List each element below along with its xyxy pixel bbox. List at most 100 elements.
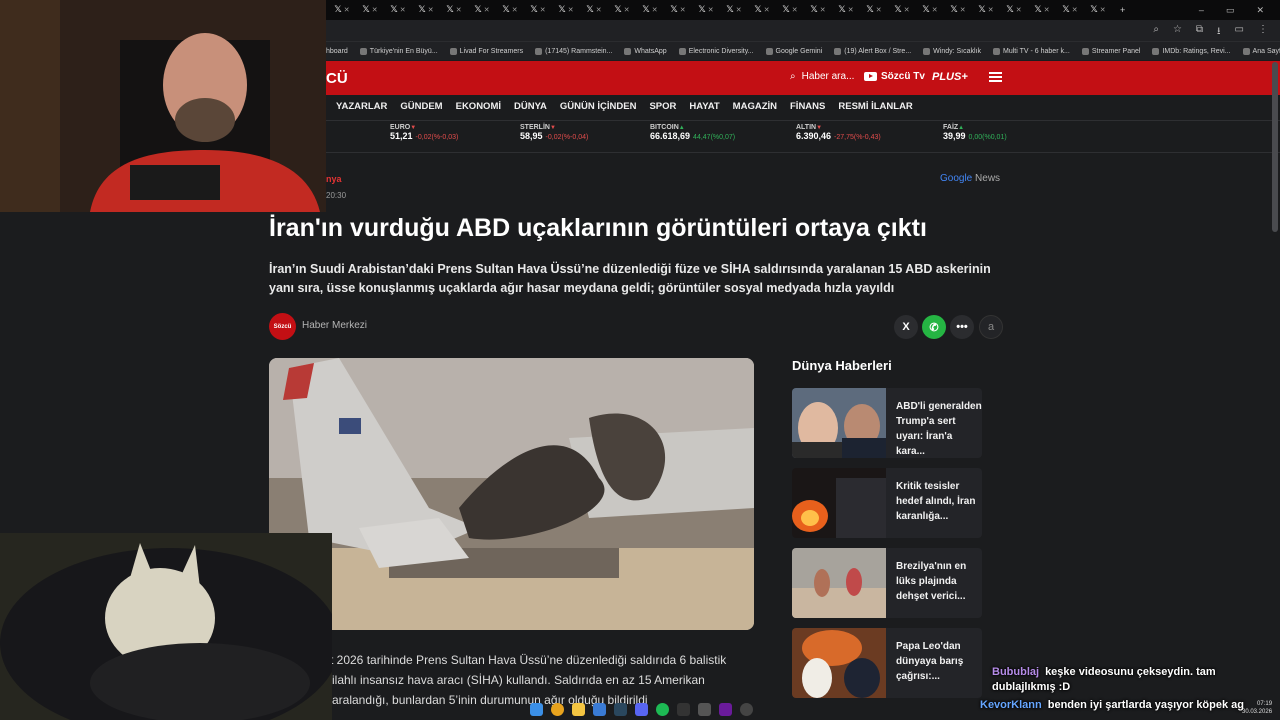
browser-tab[interactable]: 𝕏 ✕ [470,5,494,15]
sidepanel-icon[interactable]: ▭ [1235,24,1244,41]
close-tab-icon[interactable]: ✕ [960,6,966,14]
browser-tab[interactable]: 𝕏 ✕ [582,5,606,15]
close-tab-icon[interactable]: ✕ [652,6,658,14]
market-item[interactable]: FAİZ▲ 39,99 0,00(%0,01) [943,124,1007,141]
close-tab-icon[interactable]: ✕ [344,6,350,14]
browser-tab[interactable]: 𝕏 ✕ [750,5,774,15]
font-size-button[interactable]: a [979,315,1003,339]
folder-icon[interactable] [572,702,585,716]
bookmark-item[interactable]: Windy: Sıcaklık [923,47,981,55]
site-logo[interactable]: CÜ [326,70,348,87]
close-tab-icon[interactable]: ✕ [736,6,742,14]
close-tab-icon[interactable]: ✕ [680,6,686,14]
steam-icon[interactable] [614,702,627,716]
browser-tab[interactable]: 𝕏 ✕ [722,5,746,15]
bookmark-item[interactable]: Türkiye'nin En Büyü... [359,47,438,55]
browser-tab[interactable]: 𝕏 ✕ [414,5,438,15]
maximize-icon[interactable]: ▭ [1226,5,1235,16]
search-button[interactable]: ⌕ Haber ara... [790,71,854,82]
menu-icon[interactable] [989,72,1002,82]
close-tab-icon[interactable]: ✕ [904,6,910,14]
bookmark-item[interactable]: Google Gemini [765,47,822,55]
nav-item[interactable]: GÜNDEM [400,101,442,112]
close-tab-icon[interactable]: ✕ [1100,6,1106,14]
zoom-icon[interactable]: ⌕ [1153,24,1159,41]
browser-tab[interactable]: 𝕏 ✕ [442,5,466,15]
close-tab-icon[interactable]: ✕ [456,6,462,14]
star-icon[interactable]: ☆ [1173,24,1182,41]
bookmark-item[interactable]: WhatsApp [624,47,667,55]
close-tab-icon[interactable]: ✕ [1044,6,1050,14]
browser-tab[interactable]: 𝕏 ✕ [1030,5,1054,15]
nav-item[interactable]: HAYAT [689,101,719,112]
bookmark-item[interactable]: Electronic Diversity... [678,47,754,55]
nav-item[interactable]: RESMİ İLANLAR [838,101,912,112]
nav-item[interactable]: EKONOMİ [456,101,501,112]
share-x-button[interactable]: X [894,315,918,339]
close-tab-icon[interactable]: ✕ [512,6,518,14]
sidebar-news-card[interactable]: ABD'li generalden Trump'a sert uyarı: İr… [792,388,982,458]
extensions-icon[interactable]: ⧉ [1196,24,1203,41]
market-item[interactable]: BITCOIN▲ 66.618,69 44,47(%0,07) [650,124,735,141]
bookmark-item[interactable]: Multi TV - 6 haber k... [993,47,1070,55]
nav-item[interactable]: MAGAZİN [733,101,777,112]
market-item[interactable]: STERLİN▼ 58,95 -0,02(%-0,04) [520,124,588,141]
close-tab-icon[interactable]: ✕ [764,6,770,14]
market-item[interactable]: EURO▼ 51,21 -0,02(%-0,03) [390,124,458,141]
share-whatsapp-button[interactable]: ✆ [922,315,946,339]
sidebar-news-card[interactable]: Kritik tesisler hedef alındı, İran karan… [792,468,982,538]
browser-tab[interactable]: 𝕏 ✕ [1002,5,1026,15]
browser-tab[interactable]: 𝕏 ✕ [806,5,830,15]
browser-tab[interactable]: 𝕏 ✕ [526,5,550,15]
browser-tab[interactable]: 𝕏 ✕ [694,5,718,15]
share-more-button[interactable]: ••• [950,315,974,339]
article-category[interactable]: nya [326,174,342,184]
close-tab-icon[interactable]: ✕ [1072,6,1078,14]
browser-tab[interactable]: 𝕏 ✕ [1058,5,1082,15]
close-window-icon[interactable]: ✕ [1256,5,1264,16]
author-avatar[interactable]: Sözcü [269,313,296,340]
close-tab-icon[interactable]: ✕ [848,6,854,14]
close-tab-icon[interactable]: ✕ [568,6,574,14]
browser-tab[interactable]: 𝕏 ✕ [918,5,942,15]
google-news-link[interactable]: Google News [940,173,1000,184]
browser-tab[interactable]: 𝕏 ✕ [666,5,690,15]
bookmark-item[interactable]: Livad For Streamers [449,47,523,55]
author-name[interactable]: Haber Merkezi [302,320,367,331]
bookmark-item[interactable]: Streamer Panel [1081,47,1140,55]
close-tab-icon[interactable]: ✕ [988,6,994,14]
nav-item[interactable]: GÜNÜN İÇİNDEN [560,101,637,112]
close-tab-icon[interactable]: ✕ [400,6,406,14]
close-tab-icon[interactable]: ✕ [792,6,798,14]
app-icon[interactable] [593,702,606,716]
app-icon[interactable] [740,702,753,716]
app-icon[interactable] [719,702,732,716]
browser-tab[interactable]: 𝕏 ✕ [1086,5,1110,15]
bookmark-item[interactable]: IMDb: Ratings, Revi... [1152,47,1231,55]
article-hero-image[interactable] [269,358,754,630]
close-tab-icon[interactable]: ✕ [1016,6,1022,14]
browser-tab[interactable]: 𝕏 ✕ [554,5,578,15]
nav-item[interactable]: YAZARLAR [336,101,387,112]
bookmark-item[interactable]: hboard [326,48,348,55]
browser-tab[interactable]: 𝕏 ✕ [890,5,914,15]
bookmark-item[interactable]: (19) Alert Box / Stre... [834,47,911,55]
scrollbar[interactable] [1272,62,1278,232]
close-tab-icon[interactable]: ✕ [876,6,882,14]
chrome-icon[interactable] [551,702,564,716]
browser-tab[interactable]: 𝕏 ✕ [498,5,522,15]
close-tab-icon[interactable]: ✕ [372,6,378,14]
nav-item[interactable]: DÜNYA [514,101,547,112]
browser-tab[interactable]: 𝕏 ✕ [974,5,998,15]
browser-tab[interactable]: 𝕏 ✕ [862,5,886,15]
browser-tab[interactable]: 𝕏 ✕ [610,5,634,15]
close-tab-icon[interactable]: ✕ [428,6,434,14]
plus-link[interactable]: PLUS+ [932,71,968,83]
close-tab-icon[interactable]: ✕ [596,6,602,14]
browser-tab[interactable]: 𝕏 ✕ [834,5,858,15]
new-tab-button[interactable]: + [1120,5,1125,15]
browser-tab[interactable]: 𝕏 ✕ [638,5,662,15]
close-tab-icon[interactable]: ✕ [540,6,546,14]
nav-item[interactable]: SPOR [649,101,676,112]
app-icon[interactable] [698,702,711,716]
